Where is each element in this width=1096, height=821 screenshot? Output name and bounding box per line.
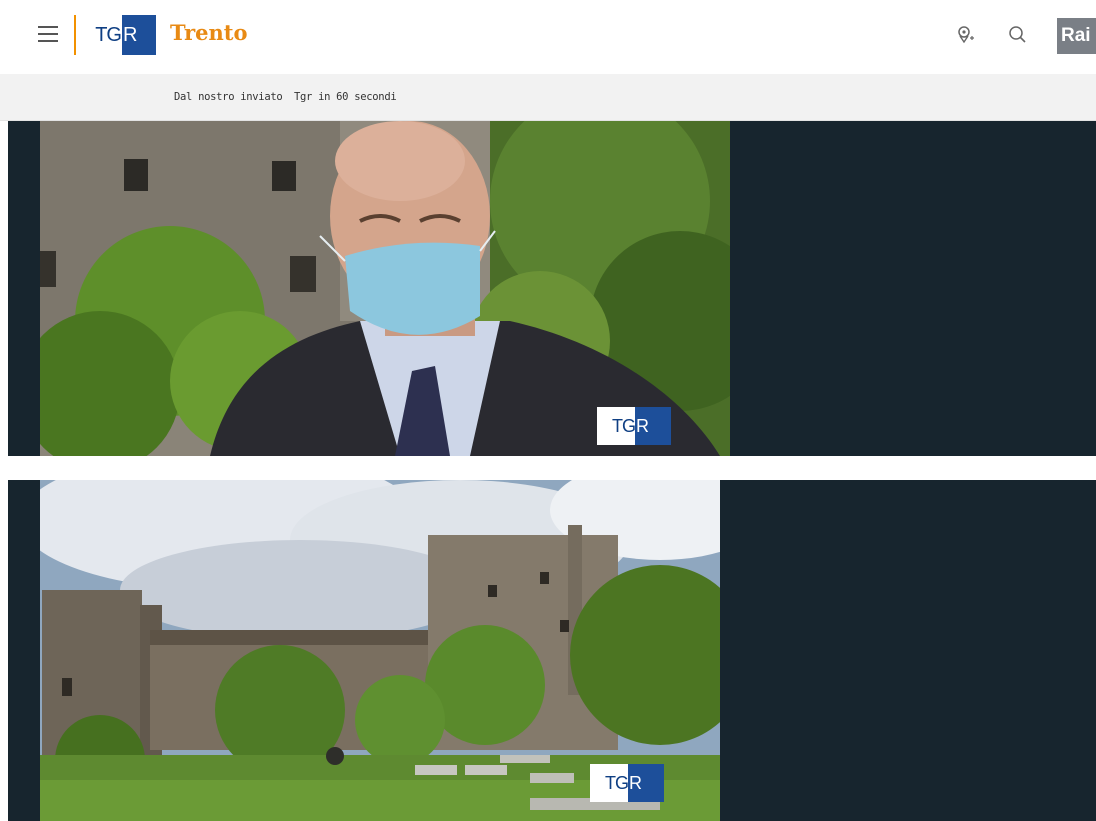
subnav-item-tgr-60-secondi[interactable]: Tgr in 60 secondi <box>294 91 397 103</box>
video-player-1[interactable]: TG R <box>8 121 1096 456</box>
watermark-tg: TG <box>590 764 629 802</box>
menu-icon[interactable] <box>38 26 58 44</box>
region-title[interactable]: Trento <box>170 20 248 45</box>
tgr-logo-box: TG R <box>84 15 156 55</box>
site-header: TG R Trento Rai <box>0 0 1096 74</box>
rai-logo[interactable]: Rai <box>1057 18 1096 54</box>
video-player-2[interactable]: TG R <box>8 480 1096 821</box>
tgr-watermark: TG R <box>590 764 664 802</box>
video-frame-interview[interactable] <box>40 121 730 456</box>
logo-r-text: R <box>122 15 156 55</box>
logo-tg-text: TG <box>84 15 122 55</box>
logo-divider <box>74 15 76 55</box>
watermark-r: R <box>635 407 671 445</box>
watermark-tg: TG <box>597 407 636 445</box>
tgr-logo[interactable]: TG R <box>74 15 156 55</box>
sub-navigation: Dal nostro inviato Tgr in 60 secondi <box>0 74 1096 121</box>
location-icon[interactable] <box>955 24 977 46</box>
tgr-watermark: TG R <box>597 407 671 445</box>
watermark-r: R <box>628 764 664 802</box>
search-icon[interactable] <box>1007 24 1029 46</box>
subnav-item-dal-nostro-inviato[interactable]: Dal nostro inviato <box>174 91 283 103</box>
interview-scene <box>40 121 730 456</box>
